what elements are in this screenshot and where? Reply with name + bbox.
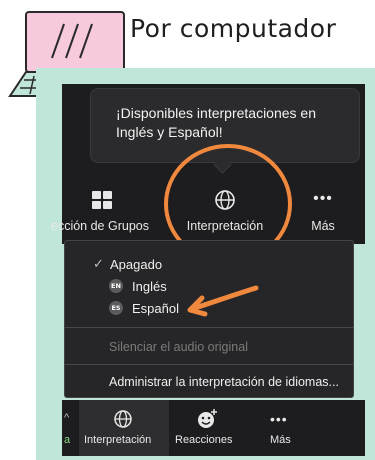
checkmark-icon: ✓ — [93, 256, 104, 271]
menu-item-spanish[interactable]: Español — [132, 301, 179, 316]
reactions-button[interactable]: Reacciones — [175, 434, 232, 446]
breakout-rooms-button[interactable]: ección de Grupos — [40, 219, 160, 233]
english-badge-icon: EN — [109, 279, 123, 293]
more-icon: ••• — [270, 411, 288, 427]
interpretation-button-bottom[interactable]: Interpretación — [84, 434, 151, 446]
groups-icon — [92, 191, 112, 209]
reactions-icon — [198, 409, 217, 428]
more-button-bottom[interactable]: Más — [270, 434, 291, 446]
globe-icon — [114, 410, 132, 428]
arrow-annotation — [187, 285, 259, 317]
menu-item-english[interactable]: Inglés — [132, 279, 167, 294]
more-icon: ••• — [313, 190, 333, 207]
menu-separator — [65, 327, 353, 328]
spanish-badge-icon: ES — [109, 301, 123, 315]
page-title: Por computador — [130, 14, 337, 43]
cut-off-label: a — [64, 434, 71, 446]
menu-separator — [65, 364, 353, 365]
tooltip-message: ¡Disponibles interpretaciones en Inglés … — [116, 105, 316, 140]
menu-item-mute-original: Silenciar el audio original — [109, 340, 248, 354]
chevron-up-icon: ^ — [64, 412, 70, 424]
menu-item-manage-interpretation[interactable]: Administrar la interpretación de idiomas… — [109, 375, 339, 389]
more-button[interactable]: Más — [305, 219, 341, 233]
menu-item-off[interactable]: Apagado — [110, 257, 162, 272]
